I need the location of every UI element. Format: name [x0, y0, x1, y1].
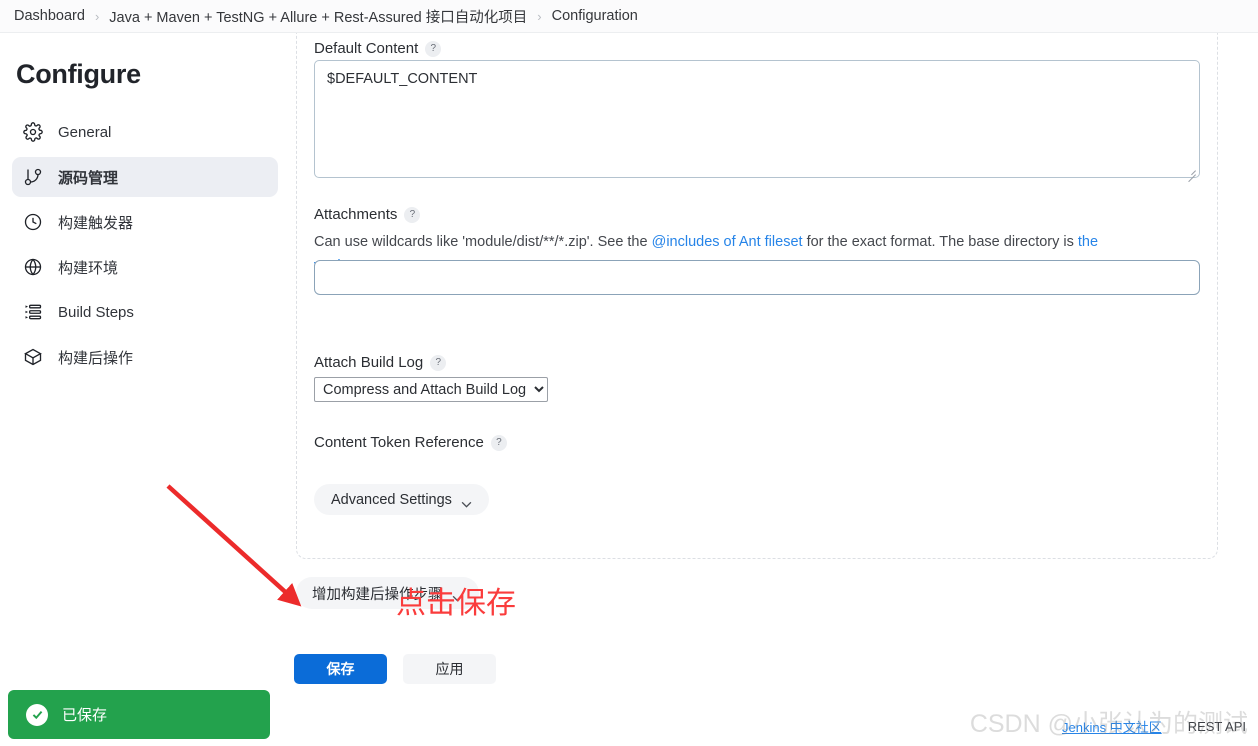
save-confirmation-toast: 已保存	[8, 690, 270, 739]
gear-icon	[22, 121, 44, 143]
sidebar-item-build-environment[interactable]: 构建环境	[12, 247, 278, 287]
list-icon	[22, 301, 44, 323]
toast-message: 已保存	[62, 707, 108, 724]
sidebar-item-build-triggers[interactable]: 构建触发器	[12, 202, 278, 242]
attach-build-log-select[interactable]: Compress and Attach Build Log	[314, 377, 548, 402]
advanced-settings-button[interactable]: Advanced Settings	[314, 484, 489, 515]
sidebar-item-source-code-management[interactable]: 源码管理	[12, 157, 278, 197]
sidebar: Configure General 源码管理 构建触发器 构建环境 Build …	[0, 33, 290, 746]
attachments-description-part1: Can use wildcards like 'module/dist/**/*…	[314, 234, 652, 250]
chevron-down-icon	[461, 496, 472, 508]
main-content: Default Content ? $DEFAULT_CONTENT Attac…	[290, 19, 1258, 746]
breadcrumb-item-configuration[interactable]: Configuration	[546, 8, 644, 24]
sidebar-item-post-build-actions[interactable]: 构建后操作	[12, 337, 278, 377]
default-content-label-text: Default Content	[314, 40, 419, 57]
attachments-label: Attachments ?	[314, 206, 421, 223]
attachments-description-part2: for the exact format. The base directory…	[802, 234, 1078, 250]
help-icon[interactable]: ?	[430, 354, 447, 371]
sidebar-item-label: 构建环境	[58, 259, 119, 277]
page-title: Configure	[16, 59, 141, 89]
help-icon[interactable]: ?	[490, 434, 507, 451]
default-content-label: Default Content ?	[314, 40, 442, 57]
help-icon[interactable]: ?	[425, 40, 442, 57]
content-token-reference-label-text: Content Token Reference	[314, 434, 484, 451]
sidebar-item-label: General	[58, 123, 112, 141]
sidebar-item-label: 构建触发器	[58, 214, 134, 232]
sidebar-item-label: 源码管理	[58, 169, 119, 187]
attachments-input[interactable]	[314, 260, 1200, 295]
apply-button[interactable]: 应用	[403, 654, 496, 684]
default-content-textarea[interactable]: $DEFAULT_CONTENT	[314, 60, 1200, 178]
save-button[interactable]: 保存	[294, 654, 387, 684]
attachments-label-text: Attachments	[314, 206, 398, 223]
globe-icon	[22, 256, 44, 278]
sidebar-item-label: 构建后操作	[58, 349, 134, 367]
check-circle-icon	[26, 703, 48, 726]
sidebar-item-general[interactable]: General	[12, 112, 278, 152]
rest-api-link[interactable]: REST API	[1188, 719, 1246, 734]
breadcrumb-item-dashboard[interactable]: Dashboard	[8, 8, 91, 24]
clock-icon	[22, 211, 44, 233]
breadcrumb: Dashboard › Java + Maven + TestNG + Allu…	[0, 0, 1258, 33]
attach-build-log-label: Attach Build Log ?	[314, 354, 447, 371]
footer: Jenkins 中文社区 REST API	[1062, 717, 1246, 736]
post-build-action-panel: Default Content ? $DEFAULT_CONTENT Attac…	[296, 19, 1218, 559]
breadcrumb-separator-icon: ›	[94, 8, 100, 24]
breadcrumb-item-project[interactable]: Java + Maven + TestNG + Allure + Rest-As…	[103, 6, 533, 27]
sidebar-item-label: Build Steps	[58, 303, 134, 321]
annotation-text: 点击保存	[396, 587, 516, 620]
help-icon[interactable]: ?	[404, 206, 421, 223]
sidebar-item-build-steps[interactable]: Build Steps	[12, 292, 278, 332]
advanced-settings-label: Advanced Settings	[331, 491, 452, 508]
package-icon	[22, 346, 44, 368]
git-branch-icon	[22, 166, 44, 188]
jenkins-community-link[interactable]: Jenkins 中文社区	[1062, 717, 1162, 736]
breadcrumb-separator-icon: ›	[537, 8, 542, 24]
content-token-reference-label: Content Token Reference ?	[314, 434, 507, 451]
ant-fileset-link[interactable]: @includes of Ant fileset	[652, 234, 803, 250]
attach-build-log-label-text: Attach Build Log	[314, 354, 424, 371]
